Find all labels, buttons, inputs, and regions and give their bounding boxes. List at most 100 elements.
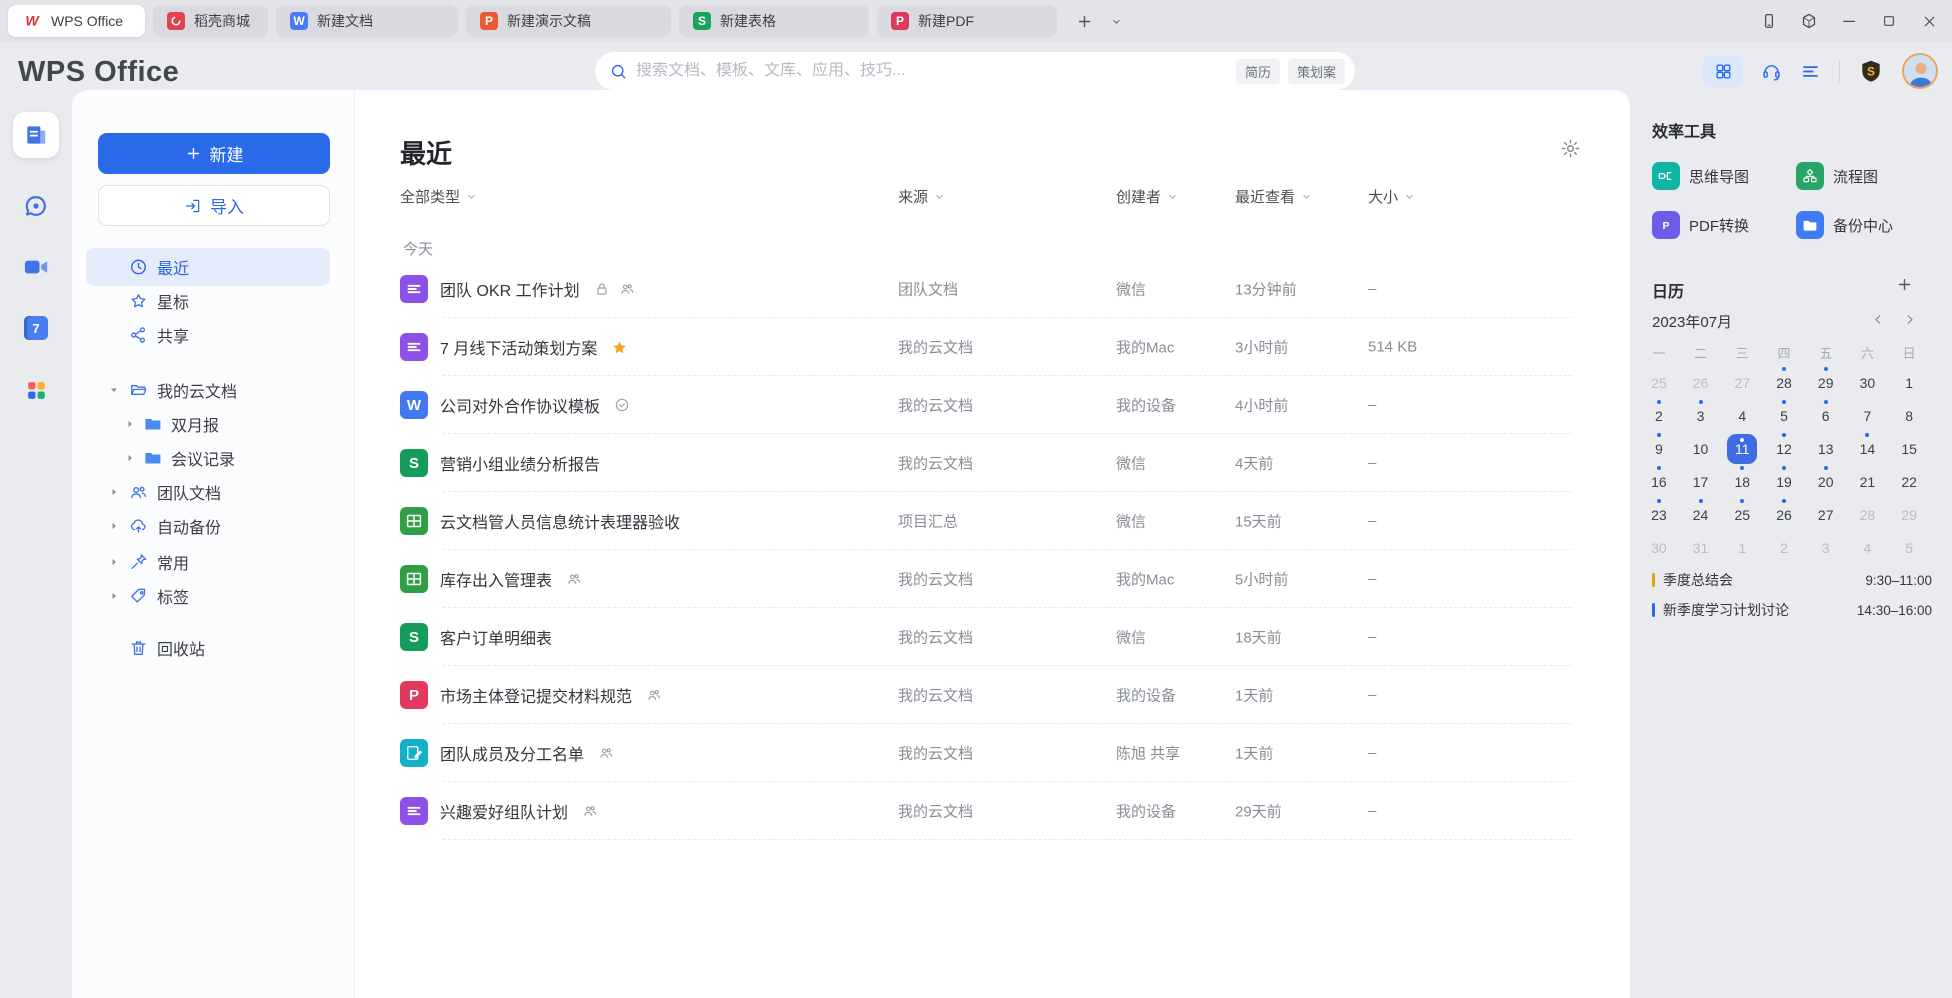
calendar-day[interactable]: 18: [1721, 465, 1763, 498]
calendar-day[interactable]: 15: [1888, 432, 1930, 465]
sidebar-item-6[interactable]: 团队文档: [86, 475, 330, 509]
calendar-day[interactable]: 3: [1805, 531, 1847, 564]
filter-1[interactable]: 来源: [898, 186, 946, 207]
tab-wps-office[interactable]: WWPS Office: [8, 5, 145, 37]
calendar-day[interactable]: 9: [1638, 432, 1680, 465]
tool-backup-center[interactable]: 备份中心: [1796, 207, 1936, 243]
calendar-day[interactable]: 29: [1888, 498, 1930, 531]
import-button[interactable]: 导入: [98, 185, 330, 226]
tool-flowchart[interactable]: 流程图: [1796, 158, 1936, 194]
calendar-day[interactable]: 8: [1888, 399, 1930, 432]
rail-item-apps[interactable]: [13, 367, 59, 413]
minimize-button[interactable]: [1836, 8, 1862, 34]
caret-down-icon[interactable]: [108, 384, 120, 396]
table-row[interactable]: 团队成员及分工名单我的云文档陈旭 共享1天前–: [355, 724, 1630, 782]
sidebar-item-trash[interactable]: 回收站: [86, 631, 330, 665]
calendar-day[interactable]: 28: [1847, 498, 1889, 531]
search-tag[interactable]: 简历: [1236, 59, 1280, 84]
tab-item[interactable]: S新建表格: [679, 5, 869, 37]
sidebar-item-9[interactable]: 标签: [86, 579, 330, 613]
calendar-day[interactable]: 30: [1847, 366, 1889, 399]
vip-badge-icon[interactable]: S: [1858, 57, 1884, 85]
tab-item[interactable]: W新建文档: [276, 5, 458, 37]
search-tag[interactable]: 策划案: [1288, 59, 1345, 84]
sidebar-item-4[interactable]: 双月报: [86, 407, 330, 441]
caret-right-icon[interactable]: [108, 590, 120, 602]
table-row[interactable]: P市场主体登记提交材料规范我的云文档我的设备1天前–: [355, 666, 1630, 724]
sidebar-item-0[interactable]: 最近: [86, 248, 330, 286]
maximize-button[interactable]: [1876, 8, 1902, 34]
search-bar[interactable]: 简历策划案: [595, 52, 1355, 90]
table-row[interactable]: 兴趣爱好组队计划我的云文档我的设备29天前–: [355, 782, 1630, 840]
filter-4[interactable]: 大小: [1368, 186, 1416, 207]
apps-grid-icon[interactable]: [1703, 55, 1743, 87]
rail-item-documents[interactable]: [13, 112, 59, 158]
calendar-day[interactable]: 25: [1638, 366, 1680, 399]
calendar-day[interactable]: 14: [1847, 432, 1889, 465]
calendar-day-selected[interactable]: 11: [1721, 432, 1763, 465]
calendar-day[interactable]: 16: [1638, 465, 1680, 498]
tab-item[interactable]: 稻壳商城: [153, 5, 268, 37]
calendar-add-button[interactable]: [1896, 276, 1913, 293]
calendar-day[interactable]: 22: [1888, 465, 1930, 498]
calendar-day[interactable]: 28: [1763, 366, 1805, 399]
calendar-day[interactable]: 5: [1763, 399, 1805, 432]
calendar-event[interactable]: 新季度学习计划讨论14:30–16:00: [1652, 597, 1932, 623]
calendar-day[interactable]: 1: [1888, 366, 1930, 399]
table-row[interactable]: 库存出入管理表我的云文档我的Mac5小时前–: [355, 550, 1630, 608]
filter-3[interactable]: 最近查看: [1235, 186, 1313, 207]
calendar-day[interactable]: 30: [1638, 531, 1680, 564]
filter-2[interactable]: 创建者: [1116, 186, 1179, 207]
table-row[interactable]: S客户订单明细表我的云文档微信18天前–: [355, 608, 1630, 666]
calendar-day[interactable]: 20: [1805, 465, 1847, 498]
caret-right-icon[interactable]: [108, 556, 120, 568]
table-row[interactable]: 团队 OKR 工作计划团队文档微信13分钟前–: [355, 260, 1630, 318]
caret-right-icon[interactable]: [108, 520, 120, 532]
sidebar-item-5[interactable]: 会议记录: [86, 441, 330, 475]
sidebar-item-7[interactable]: 自动备份: [86, 509, 330, 543]
calendar-day[interactable]: 4: [1721, 399, 1763, 432]
table-row[interactable]: 7 月线下活动策划方案我的云文档我的Mac3小时前514 KB: [355, 318, 1630, 376]
rail-item-meeting[interactable]: [13, 244, 59, 290]
calendar-day[interactable]: 26: [1763, 498, 1805, 531]
caret-right-icon[interactable]: [108, 486, 120, 498]
sidebar-item-8[interactable]: 常用: [86, 545, 330, 579]
headset-icon[interactable]: [1761, 61, 1782, 82]
sidebar-item-3[interactable]: 我的云文档: [86, 373, 330, 407]
calendar-prev-button[interactable]: [1871, 312, 1886, 327]
calendar-day[interactable]: 2: [1763, 531, 1805, 564]
settings-gear-icon[interactable]: [1560, 138, 1581, 159]
calendar-day[interactable]: 1: [1721, 531, 1763, 564]
tool-pdf-convert[interactable]: PPDF转换: [1652, 207, 1792, 243]
calendar-day[interactable]: 27: [1805, 498, 1847, 531]
filter-0[interactable]: 全部类型: [400, 186, 478, 207]
search-input[interactable]: [636, 62, 1236, 80]
calendar-day[interactable]: 26: [1680, 366, 1722, 399]
calendar-day[interactable]: 6: [1805, 399, 1847, 432]
mobile-button[interactable]: [1756, 8, 1782, 34]
calendar-day[interactable]: 29: [1805, 366, 1847, 399]
calendar-day[interactable]: 3: [1680, 399, 1722, 432]
calendar-day[interactable]: 19: [1763, 465, 1805, 498]
calendar-day[interactable]: 10: [1680, 432, 1722, 465]
table-row[interactable]: W公司对外合作协议模板我的云文档我的设备4小时前–: [355, 376, 1630, 434]
sidebar-item-1[interactable]: 星标: [86, 284, 330, 318]
tab-item[interactable]: P新建PDF: [877, 5, 1057, 37]
calendar-day[interactable]: 31: [1680, 531, 1722, 564]
calendar-day[interactable]: 23: [1638, 498, 1680, 531]
tab-list-dropdown[interactable]: [1103, 8, 1129, 34]
menu-icon[interactable]: [1800, 61, 1821, 82]
sidebar-item-2[interactable]: 共享: [86, 318, 330, 352]
calendar-day[interactable]: 12: [1763, 432, 1805, 465]
new-document-button[interactable]: 新建: [98, 133, 330, 174]
calendar-day[interactable]: 24: [1680, 498, 1722, 531]
avatar[interactable]: [1902, 53, 1938, 89]
calendar-day[interactable]: 4: [1847, 531, 1889, 564]
table-row[interactable]: 云文档管人员信息统计表理器验收项目汇总微信15天前–: [355, 492, 1630, 550]
rail-item-chat[interactable]: [13, 183, 59, 229]
calendar-day[interactable]: 5: [1888, 531, 1930, 564]
new-tab-button[interactable]: [1071, 8, 1097, 34]
workspace-button[interactable]: [1796, 8, 1822, 34]
calendar-day[interactable]: 13: [1805, 432, 1847, 465]
table-row[interactable]: S营销小组业绩分析报告我的云文档微信4天前–: [355, 434, 1630, 492]
